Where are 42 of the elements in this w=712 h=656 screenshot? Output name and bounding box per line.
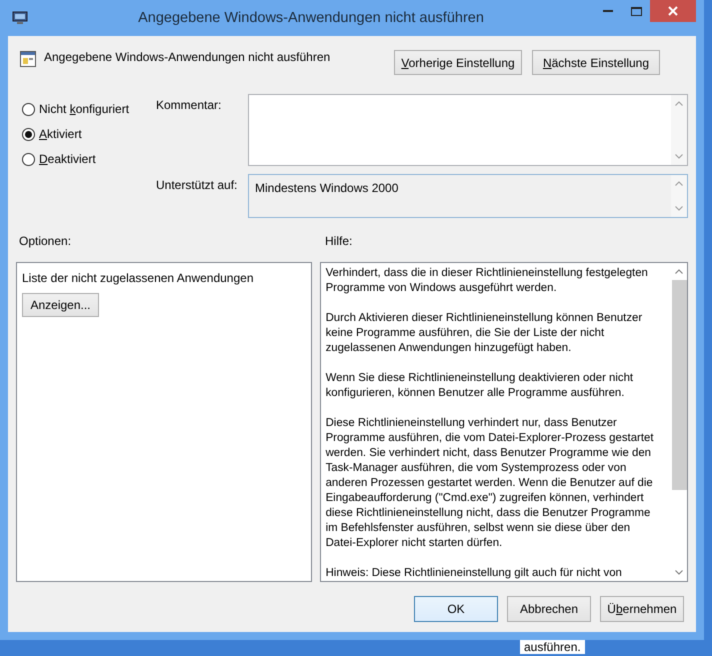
scrollbar-thumb[interactable] — [672, 280, 686, 490]
help-paragraph: Verhindert, dass die in dieser Richtlinieneinstellung festgelegten Programme von Windows ausgeführt werden. — [326, 266, 649, 296]
comment-field[interactable] — [248, 94, 688, 166]
background-text: ausführen. — [520, 640, 585, 654]
navigation-button[interactable]: Vorherige Einstellung — [394, 50, 522, 75]
scrollbar[interactable] — [671, 175, 687, 217]
help-label: Hilfe: — [325, 234, 352, 250]
radio-button[interactable] — [22, 102, 35, 116]
supported-label: Unterstützt auf: — [156, 177, 238, 194]
window-title: Angegebene Windows-Anwendungen nicht ausführen — [137, 10, 485, 26]
scroll-down-icon[interactable] — [675, 570, 683, 575]
radio-option[interactable]: Aktiviert — [22, 127, 156, 141]
scroll-up-icon[interactable] — [675, 269, 683, 274]
policy-title: Angegebene Windows-Anwendungen nicht ausführen — [44, 50, 332, 64]
dialog-button[interactable]: Übernehmen — [600, 596, 684, 622]
scroll-down-icon[interactable] — [675, 206, 683, 211]
supported-field: Mindestens Windows 2000 — [248, 174, 688, 218]
navigation-button[interactable]: Nächste Einstellung — [532, 50, 660, 75]
close-button[interactable] — [650, 0, 696, 22]
scrollbar[interactable] — [671, 95, 687, 165]
radio-option[interactable]: Deaktiviert — [22, 152, 156, 166]
help-paragraph: Hinweis: Diese Richtlinieneinstellung gilt auch für nicht von — [326, 566, 623, 581]
dialog-button[interactable]: Abbrechen — [507, 596, 591, 622]
scroll-up-icon[interactable] — [675, 101, 683, 106]
radio-button[interactable] — [22, 152, 35, 166]
settings-page-icon — [20, 51, 36, 67]
options-label: Optionen: — [19, 234, 72, 250]
options-text: Liste der nicht zugelassenen Anwendungen — [22, 271, 254, 285]
show-button[interactable]: Anzeigen... — [22, 293, 99, 317]
close-icon — [668, 6, 678, 16]
help-paragraph: Durch Aktivieren dieser Richtlinieneinstellung können Benutzer keine Programme ausführen, die Sie der Liste der nicht zugelassenen Anwendungen hinzugefügt haben. — [326, 311, 644, 356]
help-paragraph: Diese Richtlinieneinstellung verhindert nur, dass Benutzer Programme ausführen, die vom Datei-Explorer-Prozess gestartet werden. Sie verhindert nicht, dass Benutzer Programme wie den Task-Manager ausführen, die vom Systemprozess oder von anderen Prozessen gestartet werden. Wenn die Benutzer auf die Eingabeaufforderung ("Cmd.exe") zugreifen können, verhindert diese Richtlinieneinstellung nicht, dass die Benutzer Programme im Befehlsfenster ausführen, selbst wenn sie diese über den Datei-Explorer nicht starten dürfen. — [326, 416, 654, 551]
scroll-down-icon[interactable] — [675, 154, 683, 159]
minimize-icon — [603, 10, 613, 12]
radio-button[interactable] — [22, 128, 35, 140]
maximize-icon — [630, 6, 642, 16]
help-paragraph: Wenn Sie diese Richtlinieneinstellung deaktivieren oder nicht konfigurieren, können Benutzer alle Programme ausführen. — [326, 371, 634, 401]
scroll-up-icon[interactable] — [675, 181, 683, 186]
computer-icon — [12, 11, 28, 25]
radio-option[interactable]: Nicht konfiguriert — [22, 102, 156, 116]
dialog-button[interactable]: OK — [414, 596, 498, 622]
comment-label: Kommentar: — [156, 97, 222, 114]
